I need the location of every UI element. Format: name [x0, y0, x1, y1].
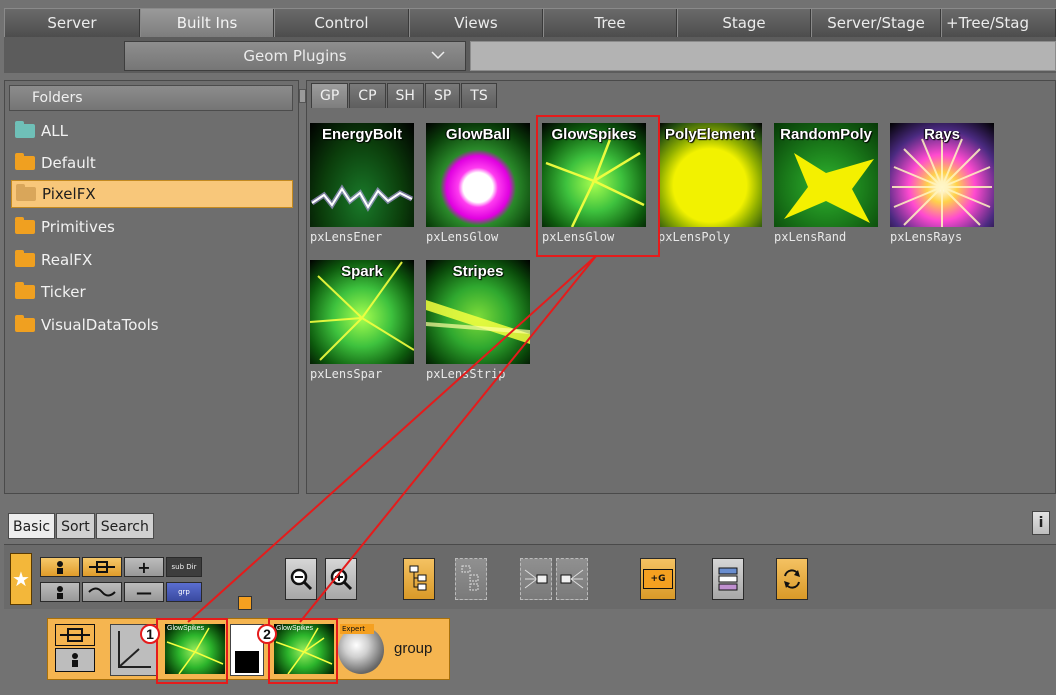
drag-connector-lines — [187, 255, 597, 623]
callout-1: 1 — [140, 624, 160, 644]
callout-2: 2 — [257, 624, 277, 644]
energybolt-title: EnergyBolt — [321, 126, 402, 143]
randompoly-title: RandomPoly — [780, 126, 872, 143]
polyelement-title: PolyElement — [664, 126, 756, 143]
app-window: Server Built Ins Control Views Tree Stag… — [0, 0, 1056, 695]
rays-title: Rays — [924, 126, 960, 143]
spark-title: Spark — [341, 263, 383, 280]
stripes-title: Stripes — [452, 263, 504, 280]
glowball-title: GlowBall — [445, 126, 511, 143]
glowspikes-title: GlowSpikes — [551, 126, 637, 143]
